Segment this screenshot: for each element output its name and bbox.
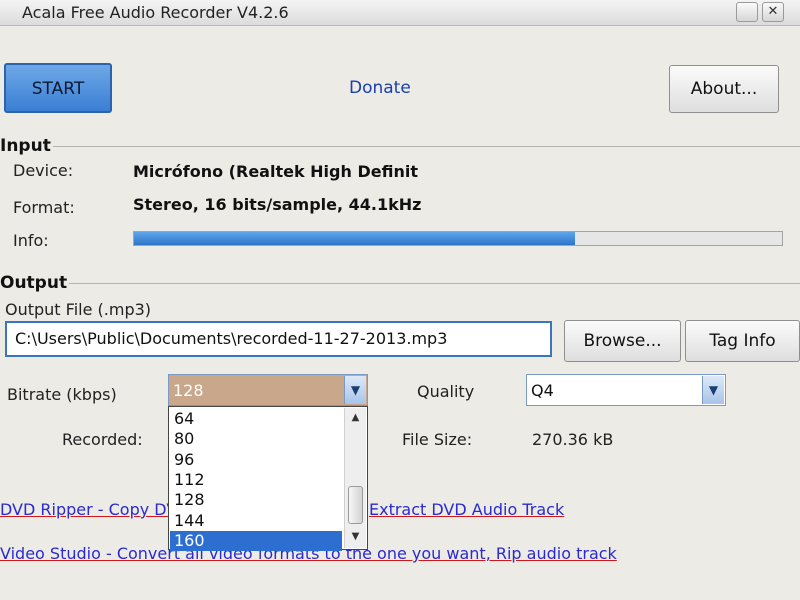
tag-info-button[interactable]: Tag Info <box>685 320 800 362</box>
file-size-value: 270.36 kB <box>532 430 614 449</box>
input-group-label: Input <box>0 136 53 156</box>
bitrate-selected-value: 128 <box>173 381 204 400</box>
file-size-label: File Size: <box>402 430 473 449</box>
extract-dvd-audio-link[interactable]: Extract DVD Audio Track <box>369 500 564 519</box>
title-bar: Acala Free Audio Recorder V4.2.6 ✕ <box>0 0 800 26</box>
output-group-divider <box>0 283 800 284</box>
window-title: Acala Free Audio Recorder V4.2.6 <box>22 3 289 22</box>
scroll-up-icon[interactable]: ▲ <box>345 409 366 427</box>
bitrate-dropdown-list[interactable]: 64 80 96 112 128 144 160 ▲ ▼ <box>168 406 368 551</box>
info-label: Info: <box>13 231 49 250</box>
recorded-label: Recorded: <box>62 430 143 449</box>
quality-select[interactable]: Q4 ▼ <box>526 374 726 406</box>
quality-selected-value: Q4 <box>531 381 554 400</box>
start-button[interactable]: START <box>4 63 112 113</box>
close-icon: ✕ <box>767 4 779 19</box>
input-level-fill <box>134 232 575 245</box>
chevron-down-icon[interactable]: ▼ <box>344 376 366 404</box>
input-group-divider <box>0 146 800 147</box>
bitrate-select[interactable]: 128 ▼ <box>168 374 368 406</box>
device-value: Micrófono (Realtek High Definit <box>133 162 418 181</box>
dropdown-scrollbar[interactable]: ▲ ▼ <box>344 408 366 548</box>
scrollbar-thumb[interactable] <box>348 486 363 524</box>
format-label: Format: <box>13 198 75 217</box>
about-button[interactable]: About... <box>669 65 779 113</box>
bitrate-option[interactable]: 144 <box>170 511 342 531</box>
output-file-input[interactable]: C:\Users\Public\Documents\recorded-11-27… <box>5 321 552 357</box>
bitrate-option-highlighted[interactable]: 160 <box>170 531 342 551</box>
output-file-label: Output File (.mp3) <box>5 300 152 319</box>
bitrate-label: Bitrate (kbps) <box>7 385 117 404</box>
input-level-meter <box>133 231 783 246</box>
output-group-label: Output <box>0 273 70 293</box>
bitrate-option[interactable]: 64 <box>170 409 342 429</box>
minimize-button[interactable] <box>736 2 758 22</box>
dvd-ripper-link[interactable]: DVD Ripper - Copy DV <box>0 500 177 519</box>
chevron-down-icon[interactable]: ▼ <box>702 376 724 404</box>
browse-button[interactable]: Browse... <box>564 320 681 362</box>
quality-label: Quality <box>417 382 475 401</box>
bitrate-option[interactable]: 112 <box>170 470 342 490</box>
device-label: Device: <box>13 161 74 180</box>
close-button[interactable]: ✕ <box>762 2 784 22</box>
donate-link[interactable]: Donate <box>349 78 411 98</box>
bitrate-option[interactable]: 80 <box>170 429 342 449</box>
bitrate-option[interactable]: 96 <box>170 450 342 470</box>
bitrate-option[interactable]: 128 <box>170 490 342 510</box>
scroll-down-icon[interactable]: ▼ <box>345 528 366 546</box>
format-value: Stereo, 16 bits/sample, 44.1kHz <box>133 195 422 214</box>
